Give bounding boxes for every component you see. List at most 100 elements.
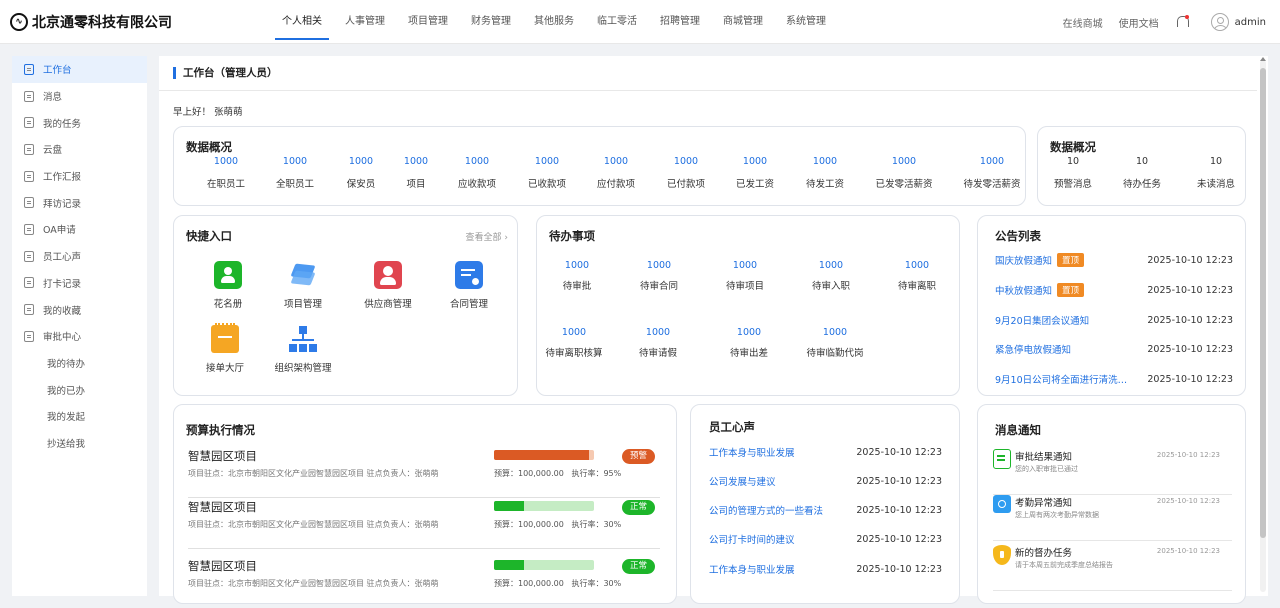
avatar[interactable] [1210,13,1229,31]
announcement-row[interactable]: 国庆放假通知 置顶 2025-10-10 12:23 [995,252,1233,268]
bell-icon[interactable] [1175,15,1189,29]
stat-item[interactable]: 1000 已发工资 [720,156,790,190]
message-subtext: 您上周有两次考勤异常数据 [1015,511,1099,519]
todo-item[interactable]: 1000 待审出差 [699,327,799,359]
stat-item[interactable]: 1000 待发工资 [790,156,860,190]
announcement-link[interactable]: 国庆放假通知 [995,253,1052,267]
scroll-up-icon[interactable] [1260,57,1266,61]
voice-row[interactable]: 公司发展与建议 2025-10-10 12:23 [709,473,942,489]
sidebar-sub-cc[interactable]: 抄送给我 [12,430,147,457]
budget-row[interactable]: 智慧园区项目 项目驻点：北京市朝阳区文化产业园智慧园区项目 驻点负责人：张萌萌 … [188,499,660,549]
online-mall-link[interactable]: 在线商城 [1063,15,1103,30]
quick-project[interactable]: 项目管理 [263,261,343,310]
quick-roster[interactable]: 花名册 [188,261,268,310]
todo-item[interactable]: 1000 待审入职 [781,260,881,292]
todo-item[interactable]: 1000 待审合同 [609,260,709,292]
sidebar-item-tasks[interactable]: 我的任务 [12,109,147,136]
nav-finance[interactable]: 财务管理 [464,0,518,44]
announcement-row[interactable]: 紧急停电放假通知 2025-10-10 12:23 [995,341,1233,357]
stat-item[interactable]: 1000 项目 [381,156,451,190]
nav-personal[interactable]: 个人相关 [275,0,329,44]
announcement-link[interactable]: 9月10日公司将全面进行清洗和... [995,372,1133,386]
todo-label: 待审合同 [639,281,678,292]
sidebar-item-voices[interactable]: 员工心声 [12,243,147,270]
todo-item[interactable]: 1000 待审离职 [867,260,967,292]
todo-item[interactable]: 1000 待审临勤代岗 [785,327,885,359]
sidebar-item-approval[interactable]: 审批中心 [12,323,147,350]
voice-link[interactable]: 公司的管理方式的一些看法 [709,503,823,517]
stat-item[interactable]: 1000 应收款项 [442,156,512,190]
stat-item[interactable]: 10 待办任务 [1107,156,1177,190]
nav-other[interactable]: 其他服务 [527,0,581,44]
sidebar-item-cloud[interactable]: 云盘 [12,136,147,163]
budget-row[interactable]: 智慧园区项目 项目驻点：北京市朝阳区文化产业园智慧园区项目 驻点负责人：张萌萌 … [188,558,660,608]
todo-label: 待审请假 [638,348,677,359]
message-heading: 审批结果通知 [1015,452,1073,463]
voice-link[interactable]: 公司发展与建议 [709,474,776,488]
stat-value: 10 [1209,156,1223,167]
todo-card: 待办事项 1000 待审批 1000 待审合同 1000 待审项目 1000 待审入职 … [536,215,960,396]
voice-link[interactable]: 工作本身与职业发展 [709,562,795,576]
budget-row[interactable]: 智慧园区项目 项目驻点：北京市朝阳区文化产业园智慧园区项目 驻点负责人：张萌萌 … [188,448,660,498]
announcement-link[interactable]: 9月20日集团会议通知 [995,313,1089,327]
voice-link[interactable]: 工作本身与职业发展 [709,445,795,459]
sidebar-item-workbench[interactable]: 工作台 [12,56,147,83]
announcement-row[interactable]: 9月20日集团会议通知 2025-10-10 12:23 [995,312,1233,328]
sidebar-item-messages[interactable]: 消息 [12,83,147,110]
stat-item[interactable]: 1000 已收款项 [512,156,582,190]
org-chart-icon [289,325,317,353]
message-item[interactable]: 考勤异常通知 您上周有两次考勤异常数据 2025-10-10 12:23 [993,495,1232,541]
quick-contract[interactable]: 合同管理 [429,261,509,310]
sidebar-item-label: 拜访记录 [43,198,82,210]
stat-item[interactable]: 1000 应付款项 [581,156,651,190]
quick-order-hall[interactable]: 接单大厅 [185,323,265,374]
announcement-link[interactable]: 紧急停电放假通知 [995,342,1071,356]
voice-row[interactable]: 工作本身与职业发展 2025-10-10 12:23 [709,561,942,577]
voice-row[interactable]: 工作本身与职业发展 2025-10-10 12:23 [709,444,942,460]
voice-link[interactable]: 公司打卡时间的建议 [709,532,795,546]
announcement-row[interactable]: 9月10日公司将全面进行清洗和... 2025-10-10 12:23 [995,371,1233,387]
nav-gig[interactable]: 临工零活 [590,0,644,44]
sidebar-item-favorites[interactable]: 我的收藏 [12,296,147,323]
stat-item[interactable]: 1000 全职员工 [260,156,330,190]
overview-card-2: 数据概况 10 预警消息 10 待办任务 10 未读消息 [1037,126,1246,206]
quick-org-chart[interactable]: 组织架构管理 [263,325,343,374]
sidebar-sub-todo[interactable]: 我的待办 [12,350,147,377]
stat-item[interactable]: 1000 已付款项 [651,156,721,190]
sidebar-item-label: 云盘 [43,145,63,157]
nav-system[interactable]: 系统管理 [779,0,833,44]
sidebar-sub-done[interactable]: 我的已办 [12,376,147,403]
brand-logo[interactable]: ∿ 北京通零科技有限公司 [10,12,172,32]
nav-recruit[interactable]: 招聘管理 [653,0,707,44]
scrollbar[interactable] [1260,57,1266,592]
sidebar-item-report[interactable]: 工作汇报 [12,163,147,190]
nav-mall[interactable]: 商城管理 [716,0,770,44]
message-item[interactable]: 审批结果通知 您的入职审批已通过 2025-10-10 12:23 [993,449,1232,495]
stat-item[interactable]: 1000 待发零活薪资 [957,156,1027,190]
docs-link[interactable]: 使用文档 [1119,15,1159,30]
voice-row[interactable]: 公司的管理方式的一些看法 2025-10-10 12:23 [709,502,942,518]
stat-value: 1000 [464,156,490,167]
nav-hr[interactable]: 人事管理 [338,0,392,44]
message-item[interactable]: 新的督办任务 请于本周五前完成季度总结报告 2025-10-10 12:23 [993,545,1232,591]
sidebar-sub-initiated[interactable]: 我的发起 [12,403,147,430]
announcement-link[interactable]: 中秋放假通知 [995,283,1052,297]
scrollbar-thumb[interactable] [1260,68,1266,538]
username[interactable]: admin [1235,17,1266,28]
sidebar-item-oa[interactable]: OA申请 [12,216,147,243]
stat-item[interactable]: 1000 在职员工 [191,156,261,190]
stat-item[interactable]: 10 未读消息 [1181,156,1251,190]
voice-date: 2025-10-10 12:23 [856,533,942,545]
announcement-date: 2025-10-10 12:23 [1147,373,1233,385]
voice-row[interactable]: 公司打卡时间的建议 2025-10-10 12:23 [709,531,942,547]
sidebar-item-clock[interactable]: 打卡记录 [12,270,147,297]
announcement-row[interactable]: 中秋放假通知 置顶 2025-10-10 12:23 [995,282,1233,298]
todo-item[interactable]: 1000 待审项目 [695,260,795,292]
view-all-link[interactable]: 查看全部 › [466,230,509,243]
stat-item[interactable]: 1000 已发零活薪资 [869,156,939,190]
quick-supplier[interactable]: 供应商管理 [348,261,428,310]
stat-item[interactable]: 10 预警消息 [1038,156,1108,190]
sidebar-item-visits[interactable]: 拜访记录 [12,189,147,216]
nav-project[interactable]: 项目管理 [401,0,455,44]
todo-item[interactable]: 1000 待审请假 [608,327,708,359]
